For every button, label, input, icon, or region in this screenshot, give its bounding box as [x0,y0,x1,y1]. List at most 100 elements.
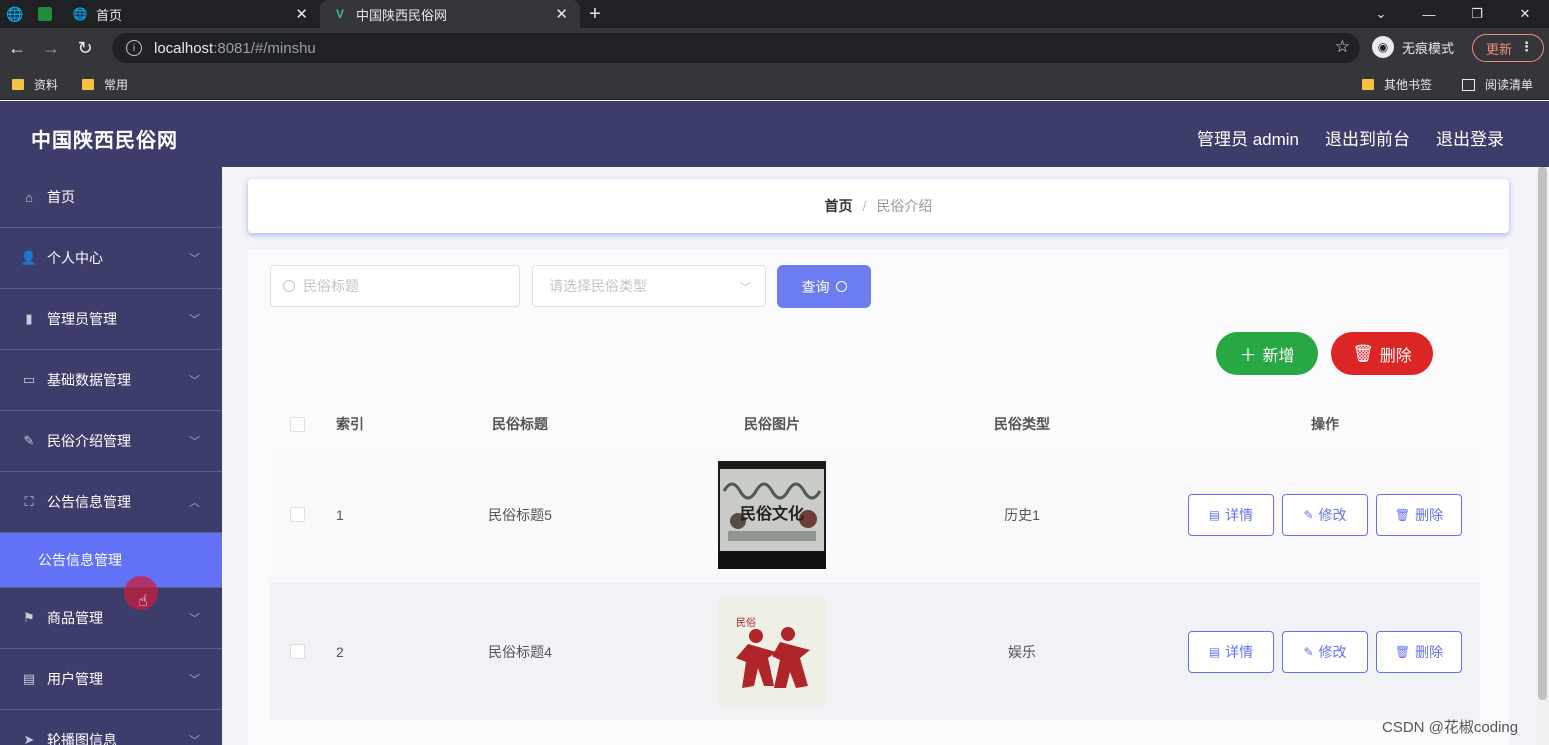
chevron-down-icon: ﹀ [740,282,751,294]
sidebar-subitem-notice[interactable]: 公告信息管理 [0,533,222,588]
bookmark-ziliao[interactable]: 资料 [12,76,58,93]
row-index: 2 [336,643,344,660]
sidebar-item-admin[interactable]: ▮ 管理员管理 ﹀ [0,289,222,350]
bookmark-changyong[interactable]: 常用 [82,76,128,93]
select-all-checkbox[interactable] [290,416,305,432]
more-vert-icon[interactable]: ⋮ [1520,39,1533,55]
sidebar-item-notice[interactable]: ⛶ 公告信息管理 ︿ [0,472,222,533]
row-type: 娱乐 [1008,643,1036,660]
globe-icon[interactable]: 🌐 [0,0,30,28]
bookmarks-bar: 资料 常用 其他书签 阅读清单 [0,68,1549,100]
bookmark-other[interactable]: 其他书签 [1362,76,1432,93]
restore-icon[interactable]: ❐ [1453,0,1501,28]
exit-to-front-link[interactable]: 退出到前台 [1325,125,1410,150]
update-button[interactable]: 更新 ⋮ [1472,34,1544,62]
sidebar-item-users[interactable]: ▤ 用户管理 ﹀ [0,649,222,710]
chevron-down-icon: ﹀ [189,613,200,625]
table-row: 2 民俗标题4 民俗 娱乐 ▤ 详情 ✎ 修改 🗑 删除 [270,583,1480,720]
header-links: 管理员 admin 退出到前台 退出登录 [1197,125,1504,150]
app-header: 中国陕西民俗网 管理员 admin 退出到前台 退出登录 [0,101,1549,167]
column-header: 索引 [336,416,364,432]
close-icon[interactable]: ✕ [555,5,568,23]
star-icon[interactable]: ☆ [1335,37,1350,57]
back-arrow-icon[interactable]: ← [0,38,34,59]
delete-button[interactable]: 🗑 删除 [1376,630,1462,673]
chevron-down-icon: ﹀ [189,253,200,265]
sidebar-item-goods[interactable]: ⚑ 商品管理 ﹀ [0,588,222,649]
chevron-down-icon[interactable]: ⌄ [1357,0,1405,28]
browser-tab-active[interactable]: V 中国陕西民俗网 ✕ [320,0,580,28]
row-index: 1 [336,506,344,523]
bar-chart-icon: ▮ [25,311,33,326]
row-type: 历史1 [1004,506,1040,523]
column-header: 民俗图片 [744,416,800,432]
sidebar-item-label: 首页 [47,189,75,205]
close-window-icon[interactable]: ✕ [1501,0,1549,28]
delete-button[interactable]: 🗑 删除 [1376,493,1462,536]
new-tab-button[interactable]: + [580,3,610,26]
admin-label: 管理员 admin [1196,130,1299,149]
reading-list[interactable]: 阅读清单 [1462,76,1533,93]
sidebar: ⌂ 首页 👤 个人中心 ﹀ ▮ 管理员管理 ﹀ ▭ 基础数据管理 ﹀ ✎ 民俗介… [0,167,222,745]
breadcrumb: 首页 / 民俗介绍 [248,179,1509,233]
delete-label: 删除 [1379,347,1412,365]
table-header: 索引 民俗标题 民俗图片 民俗类型 操作 [270,404,1480,444]
poster-caption: 民俗文化 [740,504,804,523]
flag-icon: ⚑ [23,610,35,625]
delete-label: 删除 [1415,643,1444,660]
row-checkbox[interactable] [290,644,305,659]
edit-label: 修改 [1318,506,1347,523]
query-button[interactable]: 查询 [777,265,871,308]
row-checkbox[interactable] [290,507,305,522]
chevron-down-icon: ﹀ [189,674,200,686]
sidebar-item-label: 民俗介绍管理 [47,433,131,449]
query-label: 查询 [801,278,830,295]
reload-icon[interactable]: ↻ [68,38,102,59]
add-label: 新增 [1262,347,1295,365]
add-button[interactable]: ＋ 新增 [1216,332,1318,375]
send-icon: ➤ [23,732,35,745]
forward-arrow-icon[interactable]: → [34,38,68,59]
url-host: localhost [154,39,214,57]
browser-tab-home[interactable]: 🌐 首页 ✕ [60,0,320,28]
edit-button[interactable]: ✎ 修改 [1282,493,1368,536]
sidebar-item-home[interactable]: ⌂ 首页 [0,167,222,228]
info-icon[interactable]: i [126,40,142,56]
home-icon: ⌂ [25,189,33,205]
browser-tab-bar: 🌐 🌐 首页 ✕ V 中国陕西民俗网 ✕ + ⌄ — ❐ ✕ [0,0,1549,28]
vue-logo-icon: V [335,7,344,21]
search-placeholder: 民俗标题 [303,278,359,294]
bookmark-label: 资料 [34,78,59,92]
breadcrumb-home[interactable]: 首页 [825,196,853,216]
folder-icon [1362,79,1374,90]
minimize-icon[interactable]: — [1405,0,1453,28]
plus-icon: ＋ [1239,346,1257,365]
sidebar-item-folk[interactable]: ✎ 民俗介绍管理 ﹀ [0,411,222,472]
sidebar-item-personal[interactable]: 👤 个人中心 ﹀ [0,228,222,289]
sidebar-item-basedata[interactable]: ▭ 基础数据管理 ﹀ [0,350,222,411]
edit-button[interactable]: ✎ 修改 [1282,630,1368,673]
sidebar-item-carousel[interactable]: ➤ 轮播图信息 ﹀ [0,710,222,745]
chevron-down-icon: ﹀ [189,436,200,448]
row-title: 民俗标题5 [488,506,552,523]
bookmark-label: 阅读清单 [1485,78,1534,92]
update-label: 更新 [1486,41,1513,57]
sheet-app-icon[interactable] [30,0,60,28]
main-content: 首页 / 民俗介绍 民俗标题 请选择民俗类型 ﹀ 查询 ＋ 新增 🗑 删除 索引 [222,167,1549,745]
scrollbar-thumb[interactable] [1538,167,1547,700]
folder-icon [82,79,94,90]
detail-button[interactable]: ▤ 详情 [1188,493,1274,536]
title-search-input[interactable]: 民俗标题 [270,265,520,307]
logout-link[interactable]: 退出登录 [1436,125,1504,150]
incognito-indicator[interactable]: ◉ 无痕模式 [1372,36,1454,58]
pencil-icon: ✎ [1303,644,1314,659]
fullscreen-icon: ⛶ [24,494,34,509]
type-select[interactable]: 请选择民俗类型 ﹀ [532,265,766,307]
sidebar-item-label: 轮播图信息 [47,732,117,745]
user-icon: 👤 [20,250,38,265]
close-icon[interactable]: ✕ [295,5,308,23]
detail-button[interactable]: ▤ 详情 [1188,630,1274,673]
page-scrollbar[interactable] [1536,167,1549,745]
batch-delete-button[interactable]: 🗑 删除 [1331,332,1433,375]
url-input[interactable]: i localhost:8081/#/minshu ☆ [112,33,1360,63]
